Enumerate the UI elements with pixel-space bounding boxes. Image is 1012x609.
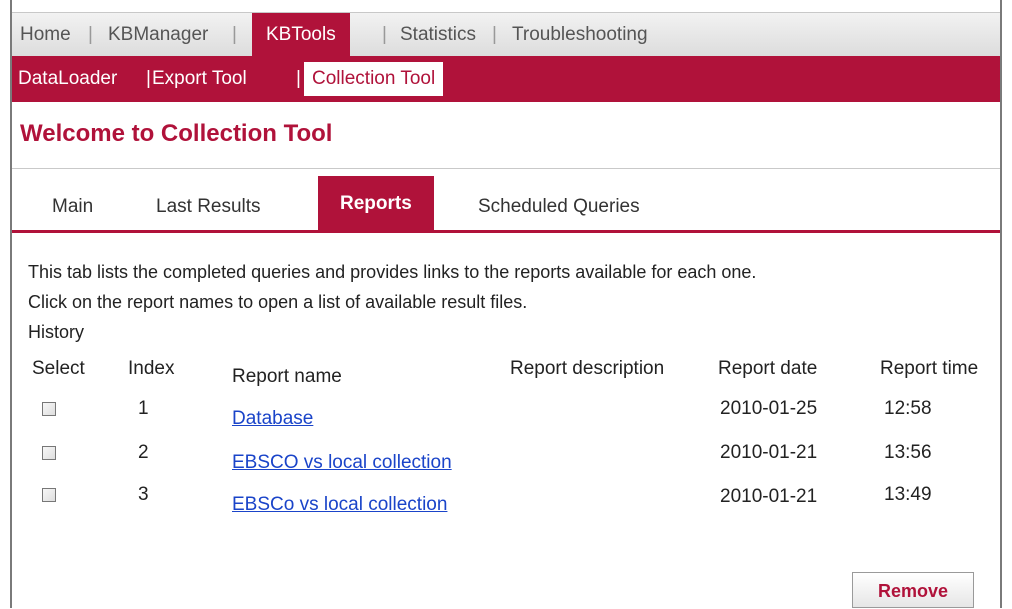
page-title: Welcome to Collection Tool — [20, 120, 333, 147]
header-report-description: Report description — [510, 358, 665, 379]
row-select-checkbox[interactable] — [42, 446, 56, 460]
header-select: Select — [32, 358, 85, 379]
sub-nav: DataLoader | Export Tool | Collection To… — [12, 56, 1000, 102]
row-select-checkbox[interactable] — [42, 488, 56, 502]
tab-underline — [12, 230, 1000, 233]
description-line-1: This tab lists the completed queries and… — [28, 262, 757, 282]
nav-kbmanager[interactable]: KBManager — [108, 13, 208, 57]
nav-separator: | — [382, 24, 387, 45]
tab-reports[interactable]: Reports — [318, 176, 434, 232]
report-link[interactable]: EBSCO vs local collection — [232, 452, 452, 474]
tab-main[interactable]: Main — [52, 196, 93, 218]
top-nav: Home | KBManager | KBTools | Statistics … — [12, 12, 1000, 57]
history-label: History — [28, 322, 85, 342]
row-select-checkbox[interactable] — [42, 402, 56, 416]
subnav-collection-tool[interactable]: Collection Tool — [304, 62, 444, 96]
nav-separator: | — [296, 68, 301, 89]
row-time: 12:58 — [884, 398, 932, 419]
nav-separator: | — [88, 24, 93, 45]
nav-troubleshooting[interactable]: Troubleshooting — [512, 13, 648, 57]
tab-last-results[interactable]: Last Results — [156, 196, 261, 218]
subnav-export-tool[interactable]: Export Tool — [152, 56, 247, 102]
row-index: 1 — [138, 398, 149, 419]
nav-kbtools[interactable]: KBTools — [252, 13, 350, 57]
header-index: Index — [128, 358, 175, 379]
report-link[interactable]: EBSCo vs local collection — [232, 494, 447, 516]
row-index: 2 — [138, 442, 149, 463]
header-report-name: Report name — [232, 366, 342, 387]
row-time: 13:49 — [884, 484, 932, 505]
row-date: 2010-01-21 — [720, 486, 818, 507]
remove-button[interactable]: Remove — [852, 572, 974, 608]
nav-separator: | — [492, 24, 497, 45]
nav-statistics[interactable]: Statistics — [400, 13, 476, 57]
header-report-date: Report date — [718, 358, 818, 379]
nav-separator: | — [146, 68, 151, 89]
divider — [12, 168, 1000, 169]
nav-separator: | — [232, 24, 237, 45]
report-link[interactable]: Database — [232, 408, 313, 430]
row-index: 3 — [138, 484, 149, 505]
row-date: 2010-01-25 — [720, 398, 818, 419]
nav-home[interactable]: Home — [20, 13, 71, 57]
row-time: 13:56 — [884, 442, 932, 463]
tab-scheduled-queries[interactable]: Scheduled Queries — [478, 196, 640, 218]
subnav-dataloader[interactable]: DataLoader — [18, 56, 117, 102]
header-report-time: Report time — [880, 358, 979, 379]
description-line-2: Click on the report names to open a list… — [28, 292, 528, 312]
row-date: 2010-01-21 — [720, 442, 818, 463]
